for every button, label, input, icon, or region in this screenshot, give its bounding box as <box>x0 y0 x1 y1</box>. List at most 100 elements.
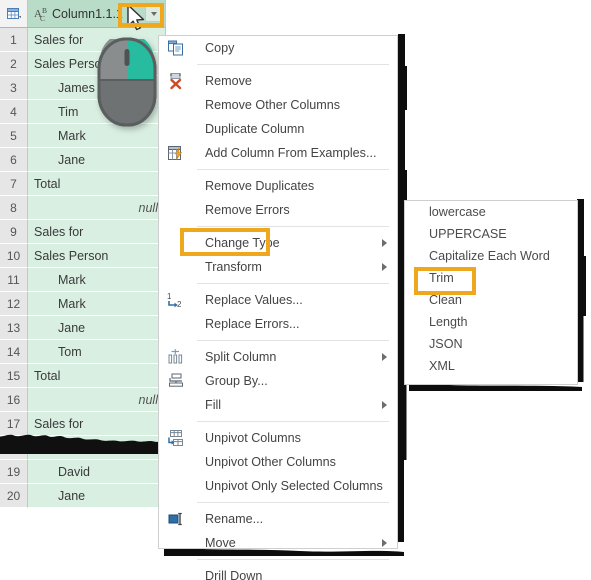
row-number[interactable]: 5 <box>0 124 28 148</box>
row-number[interactable]: 4 <box>0 100 28 124</box>
menu-item-label: Unpivot Columns <box>205 431 301 445</box>
submenu-item-xml[interactable]: XML <box>405 355 577 377</box>
submenu-item-length[interactable]: Length <box>405 311 577 333</box>
menu-item-copy[interactable]: Copy <box>159 36 397 60</box>
menu-item-add-column-from-examples[interactable]: Add Column From Examples... <box>159 141 397 165</box>
menu-item-remove-duplicates[interactable]: Remove Duplicates <box>159 174 397 198</box>
submenu-arrow-icon <box>382 239 387 247</box>
table-row[interactable]: 9 Sales for <box>0 220 166 244</box>
submenu-item-label: UPPERCASE <box>429 227 507 241</box>
row-number[interactable]: 16 <box>0 388 28 412</box>
submenu-item-label: Length <box>429 315 468 329</box>
row-number[interactable]: 6 <box>0 148 28 172</box>
menu-item-unpivot-columns[interactable]: Unpivot Columns <box>159 426 397 450</box>
menu-item-replace-errors[interactable]: Replace Errors... <box>159 312 397 336</box>
row-number[interactable]: 14 <box>0 340 28 364</box>
submenu-item-capitalize-each-word[interactable]: Capitalize Each Word <box>405 245 577 267</box>
row-number[interactable]: 19 <box>0 460 28 484</box>
row-number[interactable]: 3 <box>0 76 28 100</box>
row-number[interactable]: 9 <box>0 220 28 244</box>
menu-item-fill[interactable]: Fill <box>159 393 397 417</box>
menu-item-remove-errors[interactable]: Remove Errors <box>159 198 397 222</box>
menu-item-label: Change Type <box>205 236 280 250</box>
submenu-item-label: XML <box>429 359 455 373</box>
split-column-icon <box>167 348 185 366</box>
menu-item-label: Fill <box>205 398 222 412</box>
row-number[interactable]: 1 <box>0 28 28 52</box>
submenu-item-uppercase[interactable]: UPPERCASE <box>405 223 577 245</box>
row-number[interactable]: 13 <box>0 316 28 340</box>
row-number[interactable]: 7 <box>0 172 28 196</box>
menu-item-drill-down[interactable]: Drill Down <box>159 564 397 580</box>
row-number[interactable]: 11 <box>0 268 28 292</box>
menu-item-group-by[interactable]: Group By... <box>159 369 397 393</box>
menu-item-transform[interactable]: Transform <box>159 255 397 279</box>
screenshot-root: ABC Column1.1.1 1 Sales for 2 Sales Person 3… <box>0 0 591 580</box>
transform-submenu[interactable]: lowercase UPPERCASE Capitalize Each Word Tr… <box>404 200 578 385</box>
submenu-arrow-icon <box>382 401 387 409</box>
table-row[interactable]: 20 Jane <box>0 484 166 508</box>
menu-item-split-column[interactable]: Split Column <box>159 345 397 369</box>
menu-item-remove[interactable]: Remove <box>159 69 397 93</box>
menu-item-label: Group By... <box>205 374 268 388</box>
right-click-mouse-illustration <box>97 37 157 127</box>
table-cell[interactable]: null <box>28 388 166 412</box>
table-cell[interactable]: Jane <box>28 484 166 508</box>
table-cell[interactable]: Total <box>28 172 166 196</box>
table-row[interactable]: 14 Tom <box>0 340 166 364</box>
table-row[interactable]: 15 Total <box>0 364 166 388</box>
table-row[interactable]: 16 null <box>0 388 166 412</box>
table-cell[interactable]: Sales for <box>28 220 166 244</box>
table-row[interactable]: 7 Total <box>0 172 166 196</box>
menu-item-rename[interactable]: Rename... <box>159 507 397 531</box>
table-row[interactable]: 8 null <box>0 196 166 220</box>
row-number[interactable]: 12 <box>0 292 28 316</box>
menu-item-unpivot-only-selected-columns[interactable]: Unpivot Only Selected Columns <box>159 474 397 498</box>
table-cell[interactable]: null <box>28 196 166 220</box>
remove-column-icon <box>167 72 185 90</box>
row-number[interactable]: 8 <box>0 196 28 220</box>
menu-item-label: Transform <box>205 260 262 274</box>
menu-item-replace-values[interactable]: 1 2 Replace Values... <box>159 288 397 312</box>
menu-separator <box>197 340 389 341</box>
menu-separator <box>197 169 389 170</box>
table-row[interactable]: 6 Jane <box>0 148 166 172</box>
submenu-item-json[interactable]: JSON <box>405 333 577 355</box>
menu-separator <box>197 421 389 422</box>
table-cell[interactable]: Jane <box>28 316 166 340</box>
menu-item-label: Split Column <box>205 350 277 364</box>
row-number[interactable]: 2 <box>0 52 28 76</box>
submenu-item-trim[interactable]: Trim <box>405 267 577 289</box>
table-cell[interactable]: Mark <box>28 292 166 316</box>
column-type-icon: ABC <box>34 5 47 23</box>
column-context-menu[interactable]: Copy Remove Remove Other Columns Duplicate … <box>158 35 398 580</box>
submenu-item-lowercase[interactable]: lowercase <box>405 201 577 223</box>
table-cell[interactable]: Total <box>28 364 166 388</box>
row-number[interactable]: 15 <box>0 364 28 388</box>
table-cell[interactable]: David <box>28 460 166 484</box>
table-row[interactable]: 10 Sales Person <box>0 244 166 268</box>
menu-item-label: Remove <box>205 74 252 88</box>
menu-item-label: Rename... <box>205 512 264 526</box>
table-cell[interactable]: Tom <box>28 340 166 364</box>
table-row[interactable]: 12 Mark <box>0 292 166 316</box>
submenu-item-clean[interactable]: Clean <box>405 289 577 311</box>
table-cell[interactable]: Sales Person <box>28 244 166 268</box>
table-cell[interactable]: Mark <box>28 268 166 292</box>
row-number[interactable]: 20 <box>0 484 28 508</box>
table-row[interactable]: 19 David <box>0 460 166 484</box>
menu-item-label: Replace Values... <box>205 293 303 307</box>
menu-item-label: Duplicate Column <box>205 122 305 136</box>
menu-separator <box>197 226 389 227</box>
table-row[interactable]: 13 Jane <box>0 316 166 340</box>
table-row[interactable]: 11 Mark <box>0 268 166 292</box>
table-icon[interactable] <box>0 0 28 27</box>
menu-item-duplicate-column[interactable]: Duplicate Column <box>159 117 397 141</box>
menu-item-remove-other-columns[interactable]: Remove Other Columns <box>159 93 397 117</box>
menu-item-change-type[interactable]: Change Type <box>159 231 397 255</box>
menu-item-unpivot-other-columns[interactable]: Unpivot Other Columns <box>159 450 397 474</box>
row-number[interactable]: 10 <box>0 244 28 268</box>
menu-item-move[interactable]: Move <box>159 531 397 555</box>
submenu-item-label: Capitalize Each Word <box>429 249 550 263</box>
table-cell[interactable]: Jane <box>28 148 166 172</box>
